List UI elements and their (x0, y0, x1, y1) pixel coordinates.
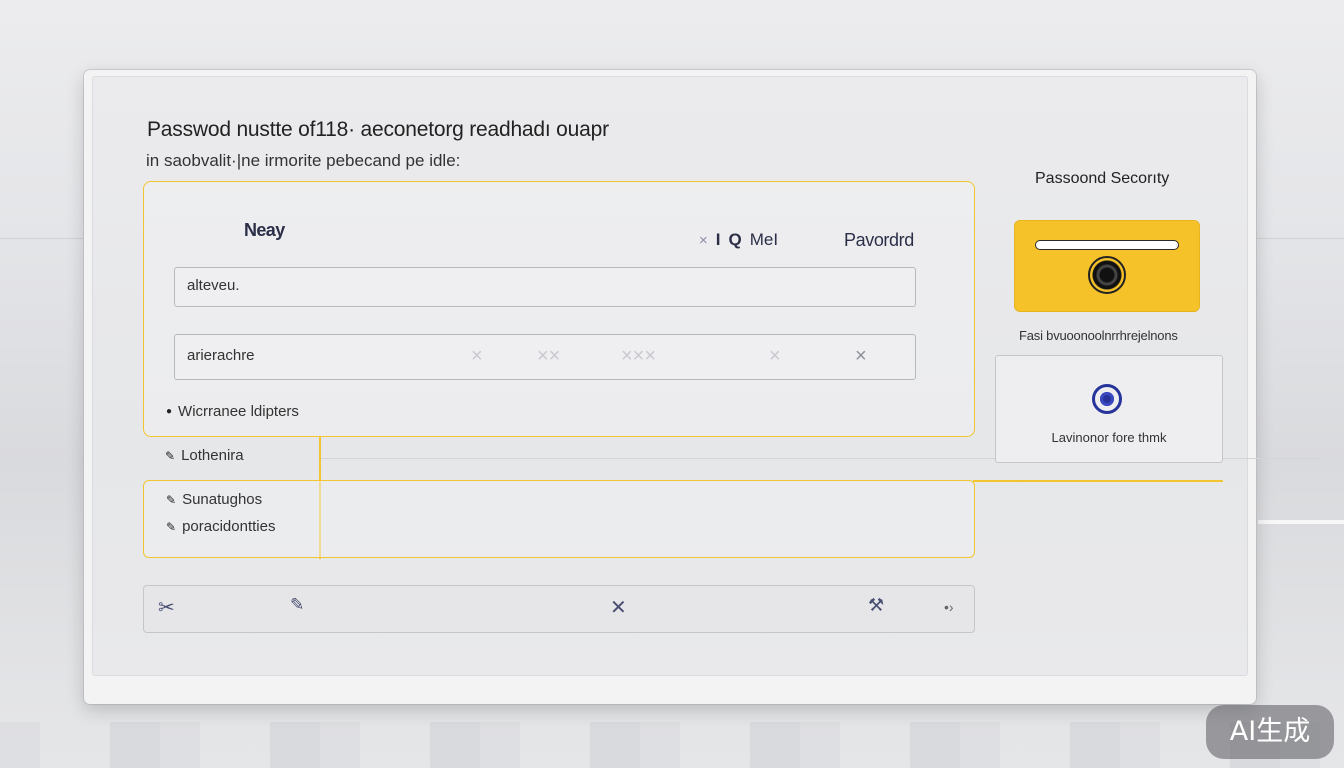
dialog-body: Passwod nustte of118· aeconetorg readhad… (92, 76, 1321, 676)
tools-icon[interactable]: ⚒ (868, 595, 884, 616)
list-item-label: Sunatughos (182, 491, 263, 508)
security-mode-label: Lavinonor fore thmk (1051, 430, 1167, 445)
divider (973, 480, 1223, 482)
strength-bar (1035, 240, 1179, 250)
clear-password-icon[interactable]: × (855, 335, 867, 377)
form-label: Neay (244, 220, 285, 240)
background-highlight (1258, 520, 1344, 524)
camera-icon (1088, 256, 1126, 294)
password-value: arierachre (187, 347, 255, 364)
list-item-label: poracidontties (182, 518, 276, 535)
pencil-icon: ✎ (165, 448, 176, 463)
ai-generated-watermark: AI生成 (1206, 705, 1334, 759)
clear-icon[interactable]: × (699, 232, 708, 249)
list-item[interactable]: ● Wicrranee ldipters (166, 403, 299, 420)
security-mode-card[interactable]: Lavinonor fore thmk (995, 355, 1223, 463)
pencil-icon: ✎ (166, 492, 177, 507)
mask-mark: × (769, 345, 781, 367)
scissors-icon[interactable]: ✂ (158, 595, 175, 620)
security-title: Passoond Secorıty (1035, 170, 1170, 187)
dialog-title: Passwod nustte of118· aeconetorg readhad… (147, 118, 609, 141)
mask-mark: ××× (621, 345, 657, 367)
close-icon[interactable]: ✕ (610, 595, 627, 620)
bottom-toolbar: ✂ ✎ ✕ ⚒ •› (143, 585, 975, 633)
target-icon (1092, 384, 1122, 414)
security-strength-card[interactable] (1014, 220, 1200, 312)
search-icon[interactable]: Q (729, 230, 742, 250)
list-item[interactable]: ✎ poracidontties (166, 518, 275, 535)
password-label: Pavordrd (844, 230, 914, 250)
pencil-icon[interactable]: ✎ (290, 595, 304, 615)
username-value: alteveu. (187, 277, 240, 294)
cursor-icon[interactable]: I (716, 230, 721, 250)
mask-mark: × (471, 345, 483, 367)
list-item-label: Lothenira (181, 447, 244, 464)
mode-toggle[interactable]: MeI (750, 230, 778, 250)
password-dialog: Passwod nustte of118· aeconetorg readhad… (84, 70, 1321, 704)
mask-mark: ×× (537, 345, 561, 367)
options-panel: ✎ Sunatughos ✎ poracidontties (143, 480, 975, 558)
list-item[interactable]: ✎ Lothenira (165, 447, 244, 464)
dialog-subtitle: in saobvalit·|ne irmorite pebecand pe id… (146, 151, 461, 170)
background-floor (0, 722, 1344, 768)
form-tools: × I Q MeI (699, 230, 778, 250)
pencil-icon: ✎ (166, 519, 177, 534)
list-item[interactable]: ✎ Sunatughos (166, 491, 262, 508)
password-field[interactable]: arierachre × ×× ××× × × (174, 334, 916, 380)
dot-icon: ● (166, 406, 173, 417)
security-caption: Fasi bvuoonoolnrrhrejelnons (1019, 328, 1178, 343)
username-field[interactable]: alteveu. (174, 267, 916, 307)
list-item-label: Wicrranee ldipters (178, 403, 299, 420)
password-mask: × ×× ××× × × (471, 335, 891, 379)
chevron-right-icon[interactable]: •› (944, 599, 954, 615)
password-form-panel: Neay × I Q MeI Pavordrd alteveu. arierac… (143, 181, 975, 437)
